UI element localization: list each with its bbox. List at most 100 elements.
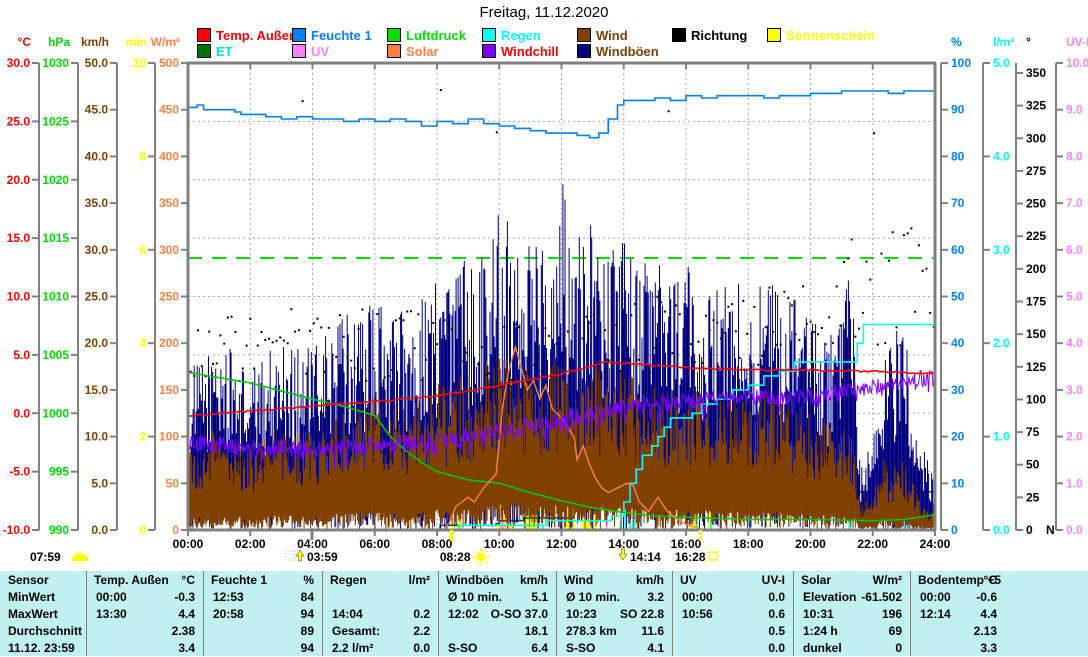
- axis-tick-hpa: 1000: [42, 406, 69, 420]
- table-cell-value: 5.1: [438, 589, 548, 606]
- table-cell-value: 69: [793, 623, 902, 640]
- axis-tick-pct: 60: [951, 243, 965, 257]
- x-axis-tick-label: 02:00: [235, 537, 266, 551]
- x-axis-tick-label: 12:00: [546, 537, 577, 551]
- axis-tick-deg: 325: [1026, 99, 1046, 113]
- axis-tick-hpa: 1010: [42, 290, 69, 304]
- table-cell-value: 196: [793, 606, 902, 623]
- table-row-label: 11.12. 23:59: [8, 640, 75, 657]
- axis-tick-temp: 10.0: [7, 290, 31, 304]
- table-cell-value: SO 22.8: [556, 606, 664, 623]
- axis-tick-hpa: 1015: [42, 231, 69, 245]
- axis-tick-wm2: 450: [159, 103, 179, 117]
- axis-tick-uvi: 5.0: [1066, 290, 1083, 304]
- sunset-time-label: 16:28: [675, 550, 706, 564]
- table-column-unit: l/m²: [322, 572, 430, 589]
- axis-tick-deg: 25: [1026, 490, 1040, 504]
- table-cell-value: 4.4: [910, 606, 997, 623]
- table-column-unit: °C: [86, 572, 195, 589]
- axis-tick-hpa: 1005: [42, 348, 69, 362]
- table-cell-value: 0.6: [672, 606, 785, 623]
- axis-tick-kmh: 45.0: [85, 103, 109, 117]
- axis-tick-kmh: 25.0: [85, 290, 109, 304]
- axis-tick-min: 0: [139, 523, 146, 537]
- x-axis-tick-label: 06:00: [359, 537, 390, 551]
- table-cell-value: 2.13: [910, 623, 997, 640]
- axis-tick-wm2: 200: [159, 336, 179, 350]
- table-cell-value: 4.4: [86, 606, 195, 623]
- table-cell-value: 3.3: [910, 640, 997, 657]
- axis-tick-wm2: 50: [166, 476, 180, 490]
- axis-tick-min: 10: [133, 56, 147, 70]
- axis-header-deg: °: [1026, 35, 1031, 49]
- axis-tick-temp: 15.0: [7, 231, 31, 245]
- axis-tick-lm2: 4.0: [993, 149, 1010, 163]
- x-axis-tick-label: 16:00: [671, 537, 702, 551]
- half-sun-icon: [72, 553, 88, 561]
- axis-tick-wm2: 350: [159, 196, 179, 210]
- axis-tick-deg: 150: [1026, 327, 1046, 341]
- table-row-label: MinWert: [8, 589, 55, 606]
- table-cell-value: -61.502: [793, 589, 902, 606]
- table-cell-value: 0: [793, 640, 902, 657]
- table-cell-value: 4.1: [556, 640, 664, 657]
- axis-tick-uvi: 4.0: [1066, 336, 1083, 350]
- statistics-table: SensorMinWertMaxWertDurchschnitt11.12. 2…: [0, 569, 1088, 656]
- axis-tick-deg: 125: [1026, 360, 1046, 374]
- axis-tick-pct: 30: [951, 383, 965, 397]
- table-cell-value: -0.6: [910, 589, 997, 606]
- moonrise-time-label: 03:59: [307, 550, 338, 564]
- axis-tick-deg: 0: [1026, 523, 1033, 537]
- axis-header-hpa: hPa: [48, 35, 70, 49]
- table-cell-value: 6.4: [438, 640, 548, 657]
- axis-tick-lm2: 2.0: [993, 336, 1010, 350]
- table-cell-value: 18.1: [438, 623, 548, 640]
- axis-tick-temp: 20.0: [7, 173, 31, 187]
- axis-tick-kmh: 5.0: [91, 476, 108, 490]
- axis-tick-uvi: 6.0: [1066, 243, 1083, 257]
- table-cell-value: 0.2: [322, 606, 430, 623]
- axis-tick-min: 6: [139, 243, 146, 257]
- table-column-unit: W/m²: [793, 572, 902, 589]
- table-cell-value: O-SO 37.0: [438, 606, 548, 623]
- sunrise-time-label: 08:28: [440, 550, 471, 564]
- table-cell-value: 0.0: [672, 640, 785, 657]
- axis-tick-pct: 0: [951, 523, 958, 537]
- table-cell-value: -0.3: [86, 589, 195, 606]
- axis-header-lm2: l/m²: [993, 35, 1014, 49]
- axis-tick-temp: 0.0: [13, 406, 30, 420]
- axis-tick-deg: 175: [1026, 295, 1046, 309]
- weather-chart: °C30.025.020.015.010.05.00.0-5.0-10.0hPa…: [0, 0, 1088, 569]
- axis-tick-uvi: 9.0: [1066, 103, 1083, 117]
- axis-tick-temp: 5.0: [13, 348, 30, 362]
- axis-tick-uvi: 10.0: [1066, 56, 1088, 70]
- x-axis-tick-label: 08:00: [422, 537, 453, 551]
- axis-header-pct: %: [951, 35, 962, 49]
- table-cell-value: 84: [203, 589, 314, 606]
- axis-tick-deg: 300: [1026, 131, 1046, 145]
- axis-tick-hpa: 995: [49, 465, 69, 479]
- axis-tick-deg: 100: [1026, 392, 1046, 406]
- axis-tick-uvi: 2.0: [1066, 430, 1083, 444]
- axis-tick-temp: 25.0: [7, 114, 31, 128]
- axis-tick-kmh: 30.0: [85, 243, 109, 257]
- axis-tick-kmh: 40.0: [85, 149, 109, 163]
- axis-tick-lm2: 5.0: [993, 56, 1010, 70]
- x-axis-tick-label: 18:00: [733, 537, 764, 551]
- axis-tick-temp: 30.0: [7, 56, 31, 70]
- x-axis-tick-label: 22:00: [857, 537, 888, 551]
- axis-header-wm2: W/m²: [151, 35, 180, 49]
- x-axis-tick-label: 10:00: [484, 537, 515, 551]
- table-row-label: Sensor: [8, 572, 49, 589]
- moonset-time-label: 14:14: [630, 550, 661, 564]
- axis-tick-min: 4: [139, 336, 146, 350]
- axis-tick-deg: 250: [1026, 197, 1046, 211]
- axis-tick-temp: -10.0: [3, 523, 31, 537]
- axis-header-min: min: [126, 35, 147, 49]
- weather-day-chart-page: Freitag, 11.12.2020 Temp. AußenFeuchte 1…: [0, 0, 1088, 656]
- axis-tick-pct: 10: [951, 476, 965, 490]
- axis-tick-deg: 50: [1026, 458, 1040, 472]
- axis-header-uvi: UV-I: [1066, 35, 1088, 49]
- table-row-label: Durchschnitt: [8, 623, 82, 640]
- table-column-unit: km/h: [556, 572, 664, 589]
